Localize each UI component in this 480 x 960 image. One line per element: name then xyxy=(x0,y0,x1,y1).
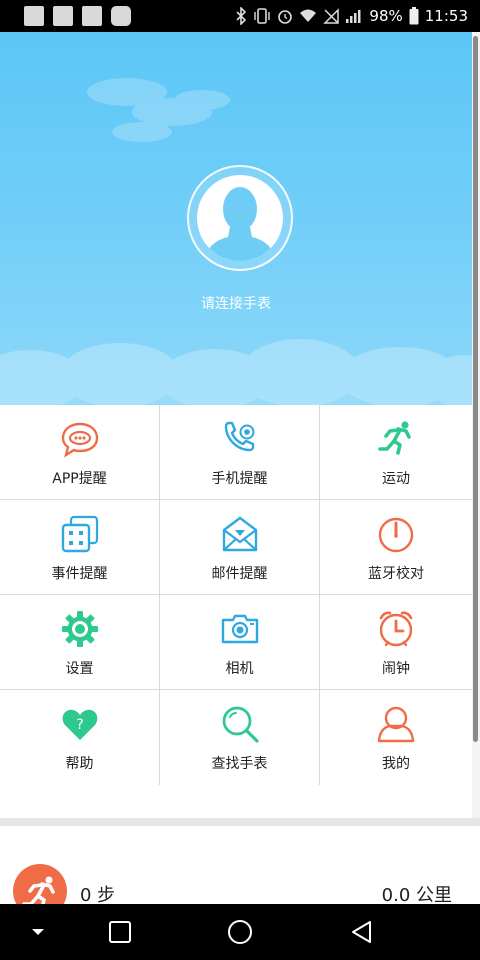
system-status: 98% 11:53 xyxy=(235,7,468,25)
grid-item-label: 帮助 xyxy=(65,756,94,772)
battery-icon xyxy=(409,7,419,25)
avatar[interactable] xyxy=(197,175,283,261)
no-sim-icon xyxy=(323,8,340,24)
vibrate-icon xyxy=(253,8,271,24)
grid-item-label: 相机 xyxy=(225,661,254,677)
app-screen: 98% 11:53 请连接手表 APP提醒 手机提醒 运动 事件提醒 邮件提醒 … xyxy=(0,0,480,960)
cloud-decoration xyxy=(87,78,230,142)
grid-item-label: 设置 xyxy=(65,661,94,677)
clock-time: 11:53 xyxy=(424,7,468,25)
running-man-icon xyxy=(376,419,416,459)
recents-icon[interactable] xyxy=(100,904,140,960)
notification-icon xyxy=(53,6,73,26)
grid-item-find-watch[interactable]: 查找手表 xyxy=(160,690,320,785)
gear-icon xyxy=(60,609,100,649)
scrollbar-thumb[interactable] xyxy=(473,36,478,742)
system-nav-bar xyxy=(0,904,480,960)
grid-item-mail-reminder[interactable]: 邮件提醒 xyxy=(160,500,320,595)
grid-item-label: 闹钟 xyxy=(382,661,410,677)
signal-icon xyxy=(345,9,363,23)
alarm-icon xyxy=(277,8,293,24)
grid-item-app-reminder[interactable]: APP提醒 xyxy=(0,405,160,500)
grid-item-alarm[interactable]: 闹钟 xyxy=(320,595,472,690)
avatar-ring[interactable] xyxy=(187,165,293,271)
notification-icon xyxy=(82,6,102,26)
grid-item-label: APP提醒 xyxy=(52,471,107,487)
status-bar: 98% 11:53 xyxy=(0,0,480,32)
battery-percent: 98% xyxy=(369,7,403,25)
cloud-decoration xyxy=(0,339,472,405)
back-icon[interactable] xyxy=(342,904,382,960)
grid-item-settings[interactable]: 设置 xyxy=(0,595,160,690)
feature-grid: APP提醒 手机提醒 运动 事件提醒 邮件提醒 蓝牙校对 设置 相机 闹钟 ? … xyxy=(0,405,472,785)
notification-icons xyxy=(24,6,131,26)
grid-item-camera[interactable]: 相机 xyxy=(160,595,320,690)
grid-item-help[interactable]: ? 帮助 xyxy=(0,690,160,785)
heart-question-icon: ? xyxy=(60,704,100,744)
notification-icon xyxy=(24,6,44,26)
person-icon xyxy=(376,704,416,744)
search-icon xyxy=(220,704,260,744)
dropdown-icon[interactable] xyxy=(18,904,58,960)
grid-item-label: 邮件提醒 xyxy=(211,566,268,582)
grid-item-label: 查找手表 xyxy=(211,756,268,772)
header-banner: 请连接手表 xyxy=(0,32,472,405)
bluetooth-icon xyxy=(235,7,247,25)
chat-bubble-icon xyxy=(60,419,100,459)
grid-item-label: 事件提醒 xyxy=(51,566,108,582)
event-dice-icon xyxy=(60,514,100,554)
activity-summary-card[interactable]: 0 步 0.0 公里 xyxy=(0,826,480,918)
mail-heart-icon xyxy=(220,514,260,554)
grid-item-event-reminder[interactable]: 事件提醒 xyxy=(0,500,160,595)
camera-icon xyxy=(220,609,260,649)
grid-item-label: 我的 xyxy=(382,756,410,772)
connect-watch-prompt[interactable]: 请连接手表 xyxy=(0,293,472,313)
person-silhouette-icon xyxy=(203,187,277,261)
grid-item-label: 蓝牙校对 xyxy=(368,566,424,582)
grid-item-label: 运动 xyxy=(382,471,410,487)
grid-item-bluetooth-sync[interactable]: 蓝牙校对 xyxy=(320,500,472,595)
timer-icon xyxy=(376,514,416,554)
grid-item-label: 手机提醒 xyxy=(211,471,268,487)
notification-icon xyxy=(111,6,131,26)
wifi-icon xyxy=(299,9,317,23)
home-icon[interactable] xyxy=(220,904,260,960)
svg-text:?: ? xyxy=(76,717,83,733)
section-divider xyxy=(0,818,480,826)
alarm-clock-icon xyxy=(376,609,416,649)
phone-call-icon xyxy=(220,419,260,459)
grid-item-me[interactable]: 我的 xyxy=(320,690,472,785)
grid-item-sport[interactable]: 运动 xyxy=(320,405,472,500)
grid-item-phone-reminder[interactable]: 手机提醒 xyxy=(160,405,320,500)
